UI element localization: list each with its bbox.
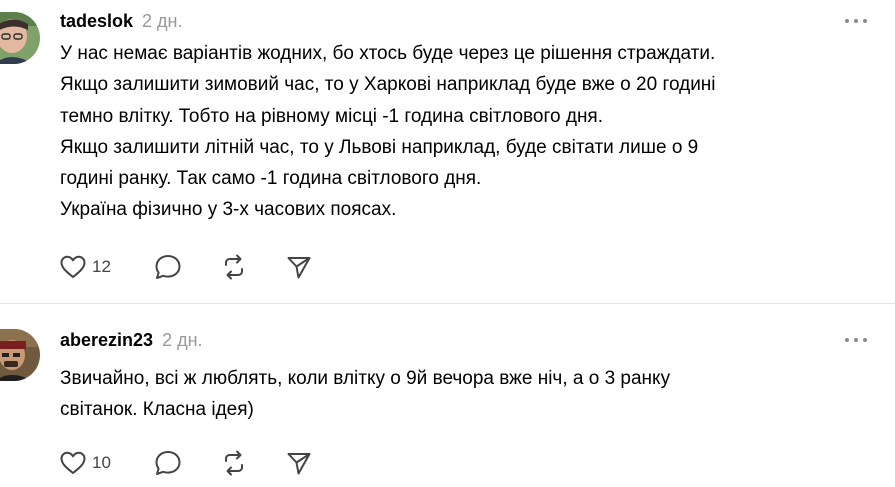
send-icon: [287, 453, 311, 475]
post-actions: 12: [60, 253, 312, 281]
more-icon[interactable]: [845, 336, 867, 344]
heart-icon: [60, 255, 86, 278]
post-text-line: годині ранку. Так само -1 година світлов…: [60, 168, 482, 190]
share-button[interactable]: [286, 254, 312, 280]
like-count: 12: [92, 257, 111, 276]
post-actions: 10: [60, 449, 312, 477]
repost-button[interactable]: [220, 449, 286, 477]
like-button[interactable]: 10: [60, 451, 154, 475]
reply-button[interactable]: [154, 450, 220, 476]
share-button[interactable]: [286, 450, 312, 476]
thread-post: aberezin23 2 дн. Звичайно, всі ж люблять…: [0, 304, 895, 487]
avatar[interactable]: [0, 12, 40, 64]
post-text-line: Якщо залишити зимовий час, то у Харкові …: [60, 74, 716, 96]
username[interactable]: tadeslok: [60, 11, 133, 32]
more-icon[interactable]: [845, 17, 867, 25]
post-time[interactable]: 2 дн.: [142, 11, 182, 32]
post-text: Звичайно, всі ж люблять, коли влітку о 9…: [60, 363, 880, 426]
post-text-line: світанок. Класна ідея): [60, 399, 254, 421]
post-text-line: Україна фізично у 3-х часових поясах.: [60, 199, 397, 221]
like-button[interactable]: 12: [60, 255, 154, 279]
post-header: tadeslok 2 дн.: [60, 11, 183, 33]
heart-icon: [60, 451, 86, 474]
comment-icon: [155, 255, 181, 279]
like-count: 10: [92, 453, 111, 472]
avatar[interactable]: [0, 329, 40, 381]
post-text-line: темно влітку. Тобто на рівному місці -1 …: [60, 105, 604, 127]
thread-post: tadeslok 2 дн. У нас немає варіантів жод…: [0, 0, 895, 303]
reply-button[interactable]: [154, 254, 220, 280]
post-time[interactable]: 2 дн.: [162, 330, 202, 351]
post-text-line: Звичайно, всі ж люблять, коли влітку о 9…: [60, 368, 671, 389]
repost-icon: [225, 254, 243, 280]
repost-button[interactable]: [220, 253, 286, 281]
post-text-line: Якщо залишити літній час, то у Львові на…: [60, 136, 699, 158]
send-icon: [287, 257, 311, 279]
post-text: У нас немає варіантів жодних, бо хтось б…: [60, 38, 880, 226]
comment-icon: [155, 451, 181, 475]
username[interactable]: aberezin23: [60, 330, 153, 351]
post-text-line: У нас немає варіантів жодних, бо хтось б…: [60, 43, 716, 64]
post-header: aberezin23 2 дн.: [60, 330, 203, 352]
repost-icon: [225, 450, 243, 476]
